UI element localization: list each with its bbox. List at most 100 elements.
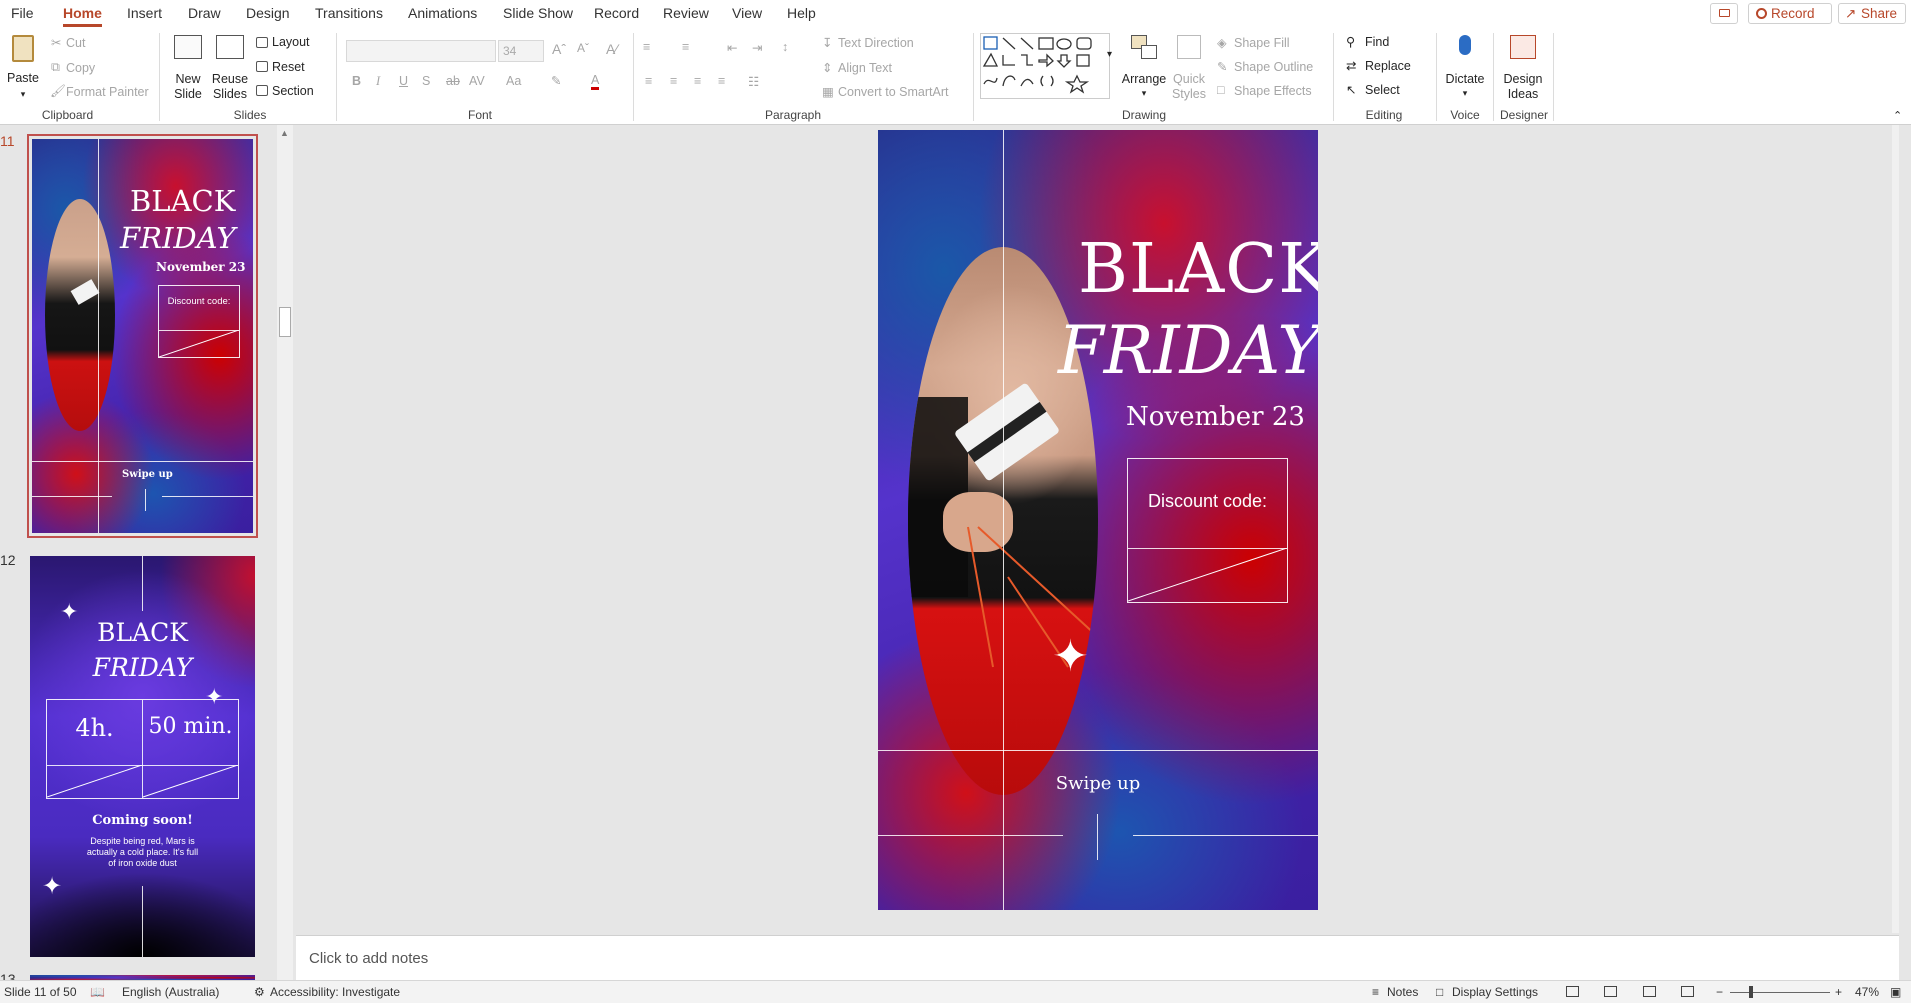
shape-effects-button[interactable]: Shape Effects [1234, 84, 1312, 98]
new-slide-button[interactable]: New Slide [169, 31, 207, 103]
fit-to-window-icon[interactable]: ▣ [1890, 985, 1901, 999]
scrollbar-thumb[interactable] [279, 307, 291, 337]
notes-toggle[interactable]: Notes [1387, 985, 1418, 999]
numbering-icon[interactable]: ≡ [682, 40, 689, 54]
slide-title-black[interactable]: BLACK [1078, 230, 1318, 309]
comments-button[interactable] [1710, 3, 1738, 24]
shapes-gallery[interactable] [980, 33, 1110, 99]
normal-view-icon[interactable] [1566, 986, 1579, 997]
char-spacing-icon[interactable]: AV [469, 74, 485, 88]
strikethrough-icon[interactable]: ab [446, 74, 460, 88]
tab-review[interactable]: Review [663, 0, 709, 27]
align-text-button[interactable]: Align Text [838, 61, 892, 75]
align-right-icon[interactable]: ≡ [694, 74, 701, 88]
layout-button[interactable]: Layout [272, 35, 310, 49]
replace-button[interactable]: Replace [1365, 59, 1411, 73]
text-direction-button[interactable]: Text Direction [838, 36, 914, 50]
cut-button[interactable]: Cut [66, 36, 85, 50]
quick-styles-icon [1177, 35, 1201, 59]
tab-insert[interactable]: Insert [127, 0, 162, 27]
zoom-out-icon[interactable]: − [1716, 985, 1723, 999]
tab-design[interactable]: Design [246, 0, 290, 27]
font-color-icon[interactable]: A [591, 73, 600, 90]
reading-view-icon[interactable] [1643, 986, 1656, 997]
font-size-dropdown[interactable]: 34 [498, 40, 544, 62]
current-slide[interactable]: BLACK FRIDAY November 23 Discount code: … [878, 130, 1318, 910]
clear-format-icon[interactable]: A∕ [606, 41, 618, 57]
justify-icon[interactable]: ≡ [718, 74, 725, 88]
zoom-slider-thumb[interactable] [1749, 986, 1753, 998]
tab-file[interactable]: File [11, 0, 34, 27]
collapse-ribbon-icon[interactable]: ⌃ [1893, 109, 1902, 122]
swipe-up-text[interactable]: Swipe up [878, 773, 1318, 794]
change-case-icon[interactable]: Aa [506, 74, 521, 88]
zoom-level[interactable]: 47% [1855, 985, 1879, 999]
model-photo-ellipse [45, 199, 115, 431]
line-spacing-icon[interactable]: ↕ [782, 40, 788, 54]
tab-transitions[interactable]: Transitions [315, 0, 383, 27]
tab-view[interactable]: View [732, 0, 762, 27]
align-left-icon[interactable]: ≡ [645, 74, 652, 88]
tab-animations[interactable]: Animations [408, 0, 477, 27]
font-name-dropdown[interactable] [346, 40, 496, 62]
shapes-more-icon[interactable]: ▾ [1107, 49, 1112, 60]
record-label: Record [1771, 6, 1815, 21]
reuse-label-2: Slides [212, 87, 248, 101]
bold-icon[interactable]: B [352, 74, 361, 88]
slide-show-icon[interactable] [1681, 986, 1694, 997]
grow-font-icon[interactable]: Aˆ [552, 41, 566, 57]
tab-draw[interactable]: Draw [188, 0, 221, 27]
display-settings-button[interactable]: Display Settings [1452, 985, 1538, 999]
find-button[interactable]: Find [1365, 35, 1389, 49]
reuse-slides-button[interactable]: Reuse Slides [211, 31, 249, 103]
quick-styles-button[interactable]: Quick Styles [1167, 31, 1211, 103]
thumb-coming-soon: Coming soon! [92, 813, 193, 828]
tab-help[interactable]: Help [787, 0, 816, 27]
slide-thumbnail-12[interactable]: ✦ ✦ ✦ BLACK FRIDAY 4h. 50 min. Coming so… [30, 556, 255, 957]
slide-title-friday[interactable]: FRIDAY [1058, 312, 1318, 389]
language-status[interactable]: English (Australia) [122, 985, 219, 999]
zoom-slider[interactable] [1730, 992, 1830, 993]
bullets-icon[interactable]: ≡ [643, 40, 650, 54]
slide-thumbnail-11[interactable]: BLACK FRIDAY November 23 Discount code: … [27, 134, 258, 538]
shape-outline-button[interactable]: Shape Outline [1234, 60, 1313, 74]
slide-sorter-icon[interactable] [1604, 986, 1617, 997]
shadow-icon[interactable]: S [422, 74, 430, 88]
tab-slide-show[interactable]: Slide Show [503, 0, 573, 27]
thumbnail-scrollbar[interactable]: ▲ [277, 125, 293, 980]
notes-pane[interactable]: Click to add notes [296, 935, 1899, 980]
reset-button[interactable]: Reset [272, 60, 305, 74]
zoom-in-icon[interactable]: + [1835, 985, 1842, 999]
notes-placeholder[interactable]: Click to add notes [309, 950, 428, 967]
columns-icon[interactable]: ☷ [748, 74, 759, 89]
increase-indent-icon[interactable]: ⇥ [752, 40, 762, 55]
ribbon: Paste ▾ ✂ Cut ⧉ Copy 🖌 Format Painter Cl… [0, 27, 1911, 125]
share-button[interactable]: ↗ Share [1838, 3, 1906, 24]
canvas-scrollbar[interactable] [1892, 125, 1899, 933]
align-center-icon[interactable]: ≡ [670, 74, 677, 88]
convert-smartart-button[interactable]: Convert to SmartArt [838, 85, 948, 99]
highlight-icon[interactable]: ✎ [551, 73, 561, 88]
thumb-body-text: Despite being red, Mars is actually a co… [86, 836, 199, 868]
format-painter-button[interactable]: Format Painter [66, 85, 149, 99]
section-button[interactable]: Section [272, 84, 314, 98]
scroll-up-icon[interactable]: ▲ [280, 128, 289, 138]
record-button[interactable]: Record [1748, 3, 1832, 24]
decrease-indent-icon[interactable]: ⇤ [727, 40, 737, 55]
copy-button[interactable]: Copy [66, 61, 95, 75]
shape-fill-button[interactable]: Shape Fill [1234, 36, 1290, 50]
design-ideas-button[interactable]: Design Ideas [1498, 31, 1548, 103]
tab-home[interactable]: Home [63, 0, 102, 27]
italic-icon[interactable]: I [376, 74, 380, 89]
slide-date[interactable]: November 23 [1126, 402, 1305, 432]
underline-icon[interactable]: U [399, 74, 408, 88]
shrink-font-icon[interactable]: Aˇ [577, 41, 589, 55]
spell-check-icon[interactable]: 📖 [90, 985, 105, 999]
paste-button[interactable]: Paste ▾ [6, 31, 40, 101]
select-button[interactable]: Select [1365, 83, 1400, 97]
arrange-button[interactable]: Arrange ▾ [1120, 31, 1168, 103]
accessibility-status[interactable]: Accessibility: Investigate [270, 985, 400, 999]
discount-code-box[interactable]: Discount code: [1127, 458, 1288, 603]
dictate-button[interactable]: Dictate ▾ [1443, 31, 1487, 103]
tab-record[interactable]: Record [594, 0, 639, 27]
